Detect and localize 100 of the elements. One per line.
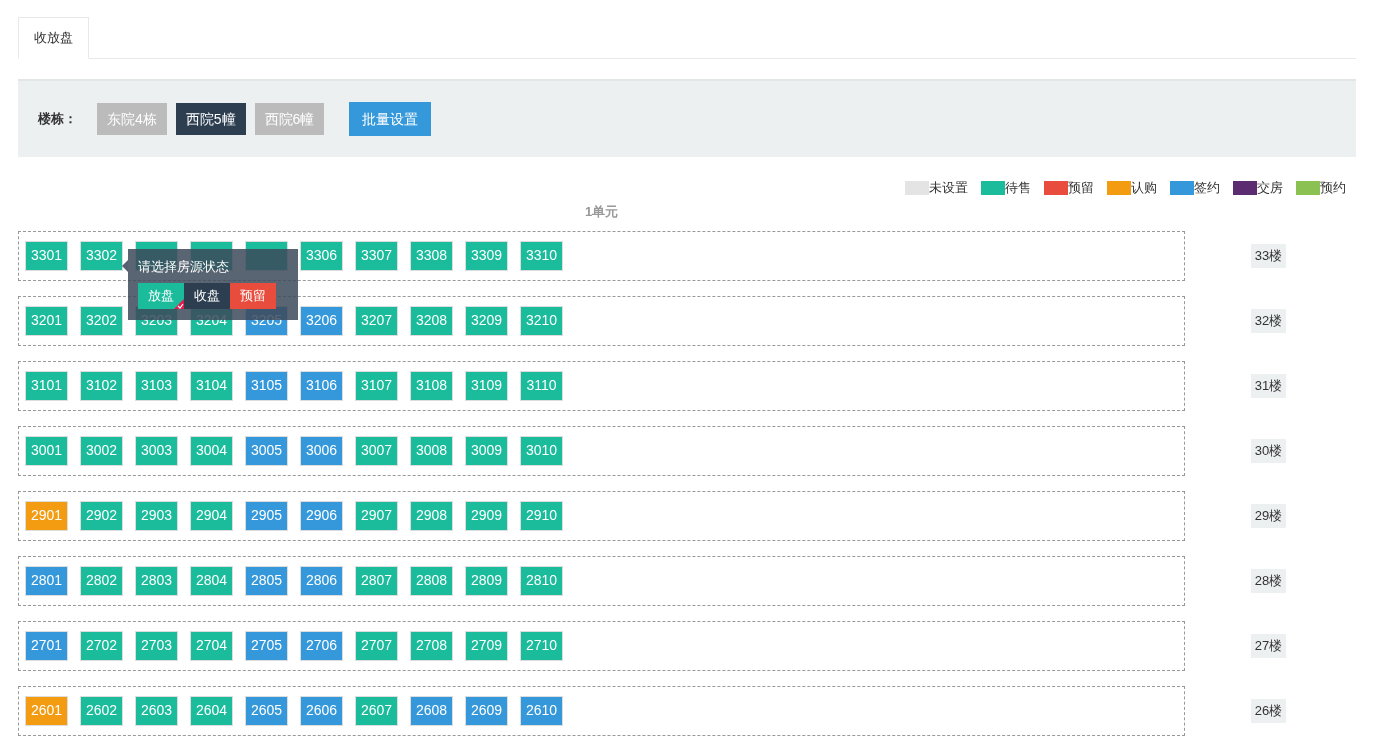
room-button[interactable]: 2906 <box>300 500 343 531</box>
room-button[interactable]: 3108 <box>410 370 453 401</box>
room-button[interactable]: 2704 <box>190 630 233 661</box>
building-button[interactable]: 西院6幢 <box>254 103 325 135</box>
room-button[interactable]: 3206 <box>300 305 343 336</box>
room-button[interactable]: 2808 <box>410 565 453 596</box>
floor-label: 28楼 <box>1250 568 1287 593</box>
room-button[interactable]: 2707 <box>355 630 398 661</box>
room-button[interactable]: 3007 <box>355 435 398 466</box>
room-button[interactable]: 3207 <box>355 305 398 336</box>
room-button[interactable]: 2802 <box>80 565 123 596</box>
status-option[interactable]: 收盘 <box>184 283 230 309</box>
unit-title: 1单元 <box>584 203 619 221</box>
room-button[interactable]: 3010 <box>520 435 563 466</box>
room-button[interactable]: 2610 <box>520 695 563 726</box>
room-button[interactable]: 2807 <box>355 565 398 596</box>
room-button[interactable]: 2601 <box>25 695 68 726</box>
room-button[interactable]: 3102 <box>80 370 123 401</box>
room-button[interactable]: 2902 <box>80 500 123 531</box>
room-button[interactable]: 2908 <box>410 500 453 531</box>
room-button[interactable]: 2605 <box>245 695 288 726</box>
room-button[interactable]: 2708 <box>410 630 453 661</box>
room-button[interactable]: 3006 <box>300 435 343 466</box>
room-button[interactable]: 3103 <box>135 370 178 401</box>
room-button[interactable]: 2805 <box>245 565 288 596</box>
room-button[interactable]: 2803 <box>135 565 178 596</box>
room-button[interactable]: 3009 <box>465 435 508 466</box>
building-button[interactable]: 西院5幢 <box>175 103 246 135</box>
room-button[interactable]: 2809 <box>465 565 508 596</box>
room-button[interactable]: 2604 <box>190 695 233 726</box>
building-button[interactable]: 东院4栋 <box>97 103 167 135</box>
popover-pointer-icon <box>122 260 128 272</box>
room-button[interactable]: 3003 <box>135 435 178 466</box>
room-button[interactable]: 2701 <box>25 630 68 661</box>
room-button[interactable]: 3101 <box>25 370 68 401</box>
room-button[interactable]: 2703 <box>135 630 178 661</box>
room-button[interactable]: 3104 <box>190 370 233 401</box>
floor-label: 31楼 <box>1250 373 1287 398</box>
room-button[interactable]: 3106 <box>300 370 343 401</box>
status-option[interactable]: 放盘 <box>138 283 184 309</box>
room-button[interactable]: 3208 <box>410 305 453 336</box>
legend-label: 待售 <box>1005 179 1031 198</box>
room-button[interactable]: 3008 <box>410 435 453 466</box>
room-button[interactable]: 3308 <box>410 240 453 271</box>
building-label: 楼栋： <box>38 110 77 129</box>
room-button[interactable]: 3109 <box>465 370 508 401</box>
status-option[interactable]: 预留 <box>230 283 276 309</box>
room-button[interactable]: 2702 <box>80 630 123 661</box>
legend-label: 认购 <box>1131 179 1157 198</box>
room-button[interactable]: 2609 <box>465 695 508 726</box>
floor-label: 29楼 <box>1250 503 1287 528</box>
legend-label: 预留 <box>1068 179 1094 198</box>
room-button[interactable]: 2801 <box>25 565 68 596</box>
room-button[interactable]: 3310 <box>520 240 563 271</box>
room-button[interactable]: 2710 <box>520 630 563 661</box>
batch-settings-button[interactable]: 批量设置 <box>349 102 432 136</box>
room-button[interactable]: 3001 <box>25 435 68 466</box>
room-button[interactable]: 2709 <box>465 630 508 661</box>
room-button[interactable]: 2903 <box>135 500 178 531</box>
room-button[interactable]: 3105 <box>245 370 288 401</box>
room-button[interactable]: 2602 <box>80 695 123 726</box>
room-button[interactable]: 2907 <box>355 500 398 531</box>
room-button[interactable]: 3307 <box>355 240 398 271</box>
room-button[interactable]: 2706 <box>300 630 343 661</box>
room-button[interactable]: 2901 <box>25 500 68 531</box>
room-button[interactable]: 3002 <box>80 435 123 466</box>
floor-label: 32楼 <box>1250 308 1287 333</box>
legend-label: 交房 <box>1257 179 1283 198</box>
room-button[interactable]: 2905 <box>245 500 288 531</box>
room-button[interactable]: 2804 <box>190 565 233 596</box>
floor-label: 26楼 <box>1250 698 1287 723</box>
legend-label: 未设置 <box>929 179 968 198</box>
room-button[interactable]: 3306 <box>300 240 343 271</box>
floor-label: 30楼 <box>1250 438 1287 463</box>
floor-label: 27楼 <box>1250 633 1287 658</box>
room-button[interactable]: 2705 <box>245 630 288 661</box>
room-button[interactable]: 3209 <box>465 305 508 336</box>
room-button[interactable]: 3107 <box>355 370 398 401</box>
room-button[interactable]: 3110 <box>520 370 563 401</box>
floor-label: 33楼 <box>1250 243 1287 268</box>
room-button[interactable]: 3309 <box>465 240 508 271</box>
room-button[interactable]: 3005 <box>245 435 288 466</box>
room-button[interactable]: 2606 <box>300 695 343 726</box>
room-button[interactable]: 2806 <box>300 565 343 596</box>
room-button[interactable]: 3004 <box>190 435 233 466</box>
room-button[interactable]: 2603 <box>135 695 178 726</box>
room-button[interactable]: 3201 <box>25 305 68 336</box>
room-button[interactable]: 3302 <box>80 240 123 271</box>
room-button[interactable]: 2904 <box>190 500 233 531</box>
popover-title: 请选择房源状态 <box>138 258 230 276</box>
room-button[interactable]: 2910 <box>520 500 563 531</box>
room-button[interactable]: 2608 <box>410 695 453 726</box>
room-button[interactable]: 2810 <box>520 565 563 596</box>
tab[interactable]: 收放盘 <box>18 17 89 59</box>
room-button[interactable]: 2909 <box>465 500 508 531</box>
room-button[interactable]: 3301 <box>25 240 68 271</box>
room-button[interactable]: 3202 <box>80 305 123 336</box>
room-button[interactable]: 3210 <box>520 305 563 336</box>
legend-label: 预约 <box>1320 179 1346 198</box>
room-button[interactable]: 2607 <box>355 695 398 726</box>
